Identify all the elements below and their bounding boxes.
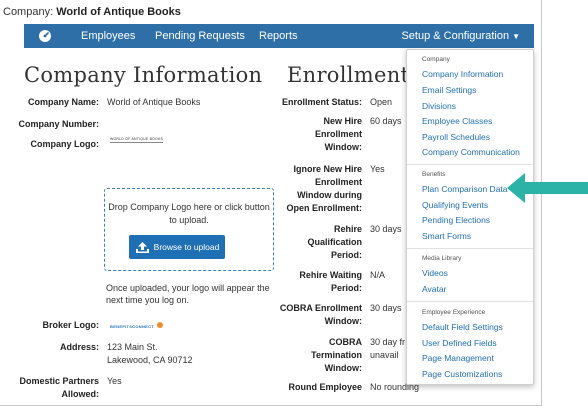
cobra-enrollment-label-2: Window: bbox=[324, 316, 362, 326]
rehire-qualification-label-3: Period: bbox=[330, 250, 362, 260]
rehire-qualification-value: 30 days bbox=[370, 224, 402, 234]
cobra-termination-label-3: Window: bbox=[324, 363, 362, 373]
menu-item-plan-comparison-data[interactable]: Plan Comparison Data bbox=[422, 184, 508, 194]
dashboard-icon[interactable] bbox=[38, 29, 52, 43]
cobra-termination-label: COBRA bbox=[329, 337, 362, 347]
new-hire-window-label-3: Window: bbox=[324, 142, 362, 152]
domestic-partners-label: Domestic Partners bbox=[19, 376, 99, 386]
menu-section-company: Company bbox=[422, 56, 450, 63]
company-info-title: Company Information bbox=[24, 63, 263, 87]
address-line-2: Lakewood, CA 90712 bbox=[107, 355, 193, 365]
rehire-qualification-label: Rehire bbox=[333, 224, 362, 234]
menu-item-divisions[interactable]: Divisions bbox=[422, 101, 456, 111]
domestic-partners-label-2: Allowed: bbox=[61, 389, 100, 399]
menu-divider bbox=[407, 248, 533, 249]
sun-icon: ✺ bbox=[154, 321, 164, 330]
nav-setup-configuration[interactable]: Setup & Configuration ▼ bbox=[401, 24, 520, 48]
cobra-termination-label-2: Termination bbox=[311, 350, 362, 360]
broker-logo-text: BENEFITSCONNECT bbox=[110, 324, 155, 329]
menu-item-videos[interactable]: Videos bbox=[422, 268, 448, 278]
nav-reports[interactable]: Reports bbox=[259, 24, 298, 48]
menu-item-email-settings[interactable]: Email Settings bbox=[422, 85, 476, 95]
company-name-label: Company Name: bbox=[27, 97, 99, 107]
app-window: Company: World of Antique Books Employee… bbox=[0, 0, 542, 406]
company-context-bar: Company: World of Antique Books bbox=[0, 0, 541, 24]
broker-logo-label: Broker Logo: bbox=[42, 320, 99, 330]
company-name: World of Antique Books bbox=[56, 6, 181, 18]
menu-item-qualifying-events[interactable]: Qualifying Events bbox=[422, 200, 488, 210]
menu-item-pending-elections[interactable]: Pending Elections bbox=[422, 215, 490, 225]
setup-dropdown-menu: Company Company Information Email Settin… bbox=[406, 49, 534, 385]
menu-divider bbox=[407, 164, 533, 165]
upload-hint-text: Once uploaded, your logo will appear the… bbox=[106, 283, 270, 305]
menu-item-page-management[interactable]: Page Management bbox=[422, 353, 494, 363]
menu-item-company-communication[interactable]: Company Communication bbox=[422, 147, 520, 157]
rehire-waiting-value: N/A bbox=[370, 270, 386, 280]
company-prefix: Company: bbox=[3, 6, 54, 18]
rehire-waiting-label-2: Period: bbox=[330, 283, 362, 293]
new-hire-window-value: 60 days bbox=[370, 116, 402, 126]
ignore-new-hire-label-3: Window during bbox=[297, 190, 362, 200]
cobra-enrollment-value: 30 days bbox=[370, 303, 402, 313]
company-name-value: World of Antique Books bbox=[107, 97, 201, 107]
menu-item-payroll-schedules[interactable]: Payroll Schedules bbox=[422, 132, 490, 142]
menu-section-benefits: Benefits bbox=[422, 171, 446, 178]
address-line-1: 123 Main St. bbox=[107, 342, 158, 352]
drop-zone-text: Drop Company Logo here or click button t… bbox=[108, 202, 270, 225]
ignore-new-hire-label: Ignore New Hire bbox=[293, 164, 362, 174]
rehire-qualification-label-2: Qualification bbox=[307, 237, 362, 247]
company-number-label: Company Number: bbox=[18, 119, 99, 129]
cobra-termination-value-2: unavail bbox=[370, 350, 399, 360]
setup-configuration-label: Setup & Configuration bbox=[401, 30, 510, 42]
menu-item-page-customizations[interactable]: Page Customizations bbox=[422, 369, 502, 379]
menu-section-media-library: Media Library bbox=[422, 255, 462, 262]
menu-item-company-information[interactable]: Company Information bbox=[422, 69, 503, 79]
broker-logo-image: BENEFITSCONNECT ✺ bbox=[110, 319, 164, 333]
menu-item-smart-forms[interactable]: Smart Forms bbox=[422, 231, 471, 241]
company-logo-label: Company Logo: bbox=[30, 139, 100, 149]
new-hire-window-label: New Hire bbox=[323, 116, 362, 126]
domestic-partners-value: Yes bbox=[107, 376, 122, 386]
callout-arrow-icon bbox=[507, 173, 588, 203]
new-hire-window-label-2: Enrollment bbox=[314, 129, 362, 139]
company-logo-image: WORLD OF ANTIQUE BOOKS bbox=[110, 137, 164, 143]
nav-employees[interactable]: Employees bbox=[81, 24, 135, 48]
rehire-waiting-label: Rehire Waiting bbox=[299, 270, 362, 280]
address-label: Address: bbox=[59, 342, 99, 352]
logo-drop-zone[interactable]: Drop Company Logo here or click button t… bbox=[104, 188, 274, 271]
round-employee-label: Round Employee bbox=[288, 382, 362, 392]
enrollment-title: Enrollment bbox=[287, 63, 410, 87]
menu-item-avatar[interactable]: Avatar bbox=[422, 284, 446, 294]
upload-icon bbox=[135, 242, 149, 254]
cobra-termination-value: 30 day fr bbox=[370, 337, 406, 347]
caret-down-icon: ▼ bbox=[512, 32, 520, 41]
browse-upload-button[interactable]: Browse to upload bbox=[129, 235, 225, 259]
ignore-new-hire-value: Yes bbox=[370, 164, 385, 174]
browse-upload-label: Browse to upload bbox=[153, 242, 220, 252]
cobra-enrollment-label: COBRA Enrollment bbox=[279, 303, 362, 313]
menu-item-employee-classes[interactable]: Employee Classes bbox=[422, 116, 492, 126]
menu-item-user-defined-fields[interactable]: User Defined Fields bbox=[422, 338, 497, 348]
enrollment-status-value: Open bbox=[370, 97, 393, 107]
ignore-new-hire-label-2: Enrollment bbox=[314, 177, 362, 187]
menu-item-default-field-settings[interactable]: Default Field Settings bbox=[422, 322, 503, 332]
menu-divider bbox=[407, 301, 533, 302]
ignore-new-hire-label-4: Open Enrollment: bbox=[286, 203, 362, 213]
nav-pending-requests[interactable]: Pending Requests bbox=[155, 24, 245, 48]
enrollment-status-label: Enrollment Status: bbox=[281, 97, 362, 107]
main-navbar: Employees Pending Requests Reports Setup… bbox=[24, 24, 534, 48]
menu-section-employee-experience: Employee Experience bbox=[422, 309, 486, 316]
